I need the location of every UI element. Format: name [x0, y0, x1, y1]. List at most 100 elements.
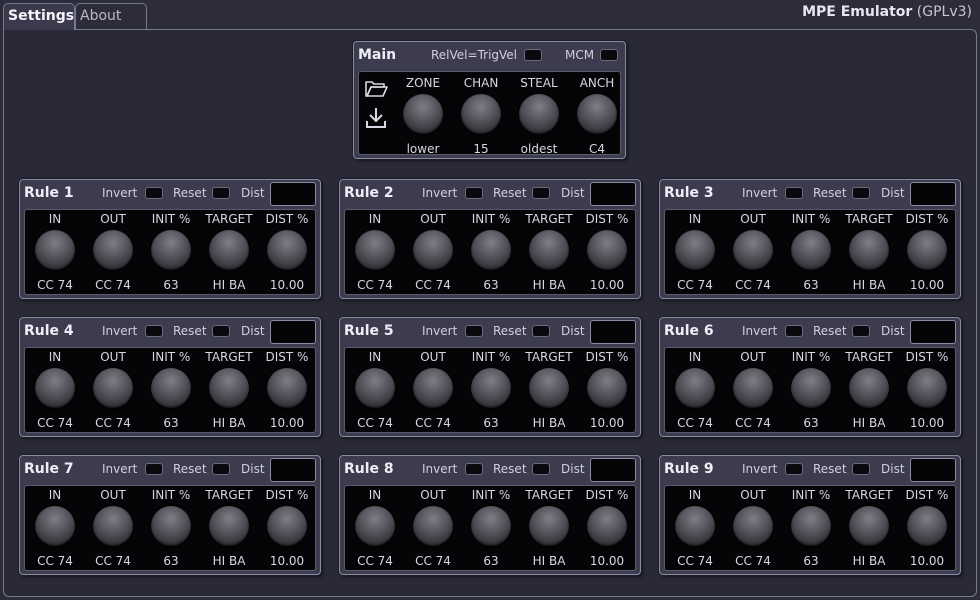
reset-checkbox[interactable]	[852, 325, 870, 337]
init-knob[interactable]	[151, 506, 191, 546]
out-value: CC 74	[415, 278, 451, 292]
relvel-checkbox[interactable]	[524, 49, 542, 61]
init-knob[interactable]	[471, 506, 511, 546]
reset-checkbox[interactable]	[852, 463, 870, 475]
init-knob[interactable]	[471, 368, 511, 408]
tab-about[interactable]: About	[75, 3, 147, 29]
in-knob[interactable]	[355, 506, 395, 546]
in-knob[interactable]	[675, 506, 715, 546]
in-knob[interactable]	[35, 368, 75, 408]
invert-checkbox[interactable]	[785, 325, 803, 337]
target-knob[interactable]	[849, 230, 889, 270]
in-knob[interactable]	[355, 368, 395, 408]
dist-knob[interactable]	[267, 230, 307, 270]
dist-display[interactable]	[590, 458, 636, 482]
out-knob[interactable]	[413, 230, 453, 270]
reset-checkbox[interactable]	[212, 187, 230, 199]
chan-knob[interactable]	[461, 94, 501, 134]
init-knob[interactable]	[791, 230, 831, 270]
target-knob[interactable]	[529, 368, 569, 408]
target-knob[interactable]	[209, 230, 249, 270]
init-knob[interactable]	[151, 368, 191, 408]
dist-knob[interactable]	[907, 230, 947, 270]
dist-display[interactable]	[910, 458, 956, 482]
download-icon[interactable]	[364, 106, 388, 130]
in-control: IN CC 74	[26, 211, 84, 293]
invert-checkbox[interactable]	[145, 463, 163, 475]
dist-display[interactable]	[270, 320, 316, 344]
invert-label: Invert	[742, 324, 778, 338]
in-knob[interactable]	[675, 230, 715, 270]
dist-value: 10.00	[909, 278, 945, 292]
dist-display[interactable]	[270, 182, 316, 206]
target-control: TARGET HI BA	[520, 487, 578, 569]
target-control: TARGET HI BA	[520, 349, 578, 431]
rule-2-panel: Rule 2 Invert Reset Dist IN CC 74 OUT CC 74 INIT…	[339, 179, 641, 299]
target-knob[interactable]	[529, 506, 569, 546]
reset-checkbox[interactable]	[532, 187, 550, 199]
tab-settings[interactable]: Settings	[3, 3, 75, 30]
invert-checkbox[interactable]	[145, 187, 163, 199]
init-knob[interactable]	[471, 230, 511, 270]
init-value: 63	[163, 278, 179, 292]
invert-checkbox[interactable]	[145, 325, 163, 337]
steal-knob[interactable]	[519, 94, 559, 134]
dist-knob[interactable]	[907, 368, 947, 408]
invert-checkbox[interactable]	[465, 325, 483, 337]
target-knob[interactable]	[849, 506, 889, 546]
target-knob[interactable]	[209, 368, 249, 408]
init-label: INIT %	[151, 350, 191, 364]
out-knob[interactable]	[733, 230, 773, 270]
init-knob[interactable]	[791, 368, 831, 408]
reset-label: Reset	[813, 324, 847, 338]
dist-knob[interactable]	[907, 506, 947, 546]
in-knob[interactable]	[35, 230, 75, 270]
reset-checkbox[interactable]	[212, 463, 230, 475]
dist-knob[interactable]	[267, 506, 307, 546]
invert-checkbox[interactable]	[465, 187, 483, 199]
app-name: MPE Emulator	[802, 4, 913, 20]
out-knob[interactable]	[413, 506, 453, 546]
mcm-checkbox[interactable]	[600, 49, 618, 61]
dist-knob[interactable]	[587, 368, 627, 408]
init-knob[interactable]	[151, 230, 191, 270]
init-control: INIT % 63	[142, 487, 200, 569]
out-knob[interactable]	[413, 368, 453, 408]
dist-display[interactable]	[590, 182, 636, 206]
invert-checkbox[interactable]	[785, 463, 803, 475]
out-knob[interactable]	[93, 230, 133, 270]
dist-knob[interactable]	[267, 368, 307, 408]
zone-knob[interactable]	[403, 94, 443, 134]
reset-checkbox[interactable]	[852, 187, 870, 199]
dist-knob[interactable]	[587, 506, 627, 546]
out-knob[interactable]	[733, 506, 773, 546]
target-knob[interactable]	[529, 230, 569, 270]
init-knob[interactable]	[791, 506, 831, 546]
dist-label: Dist	[881, 462, 905, 476]
dist-display[interactable]	[590, 320, 636, 344]
rule-controls: IN CC 74 OUT CC 74 INIT % 63 TARGET HI BA DIST %…	[24, 485, 316, 571]
reset-checkbox[interactable]	[532, 325, 550, 337]
in-knob[interactable]	[675, 368, 715, 408]
reset-checkbox[interactable]	[212, 325, 230, 337]
reset-checkbox[interactable]	[532, 463, 550, 475]
folder-open-icon[interactable]	[364, 77, 388, 101]
target-knob[interactable]	[209, 506, 249, 546]
dist-knob[interactable]	[587, 230, 627, 270]
invert-checkbox[interactable]	[785, 187, 803, 199]
in-knob[interactable]	[35, 506, 75, 546]
dist-display[interactable]	[910, 320, 956, 344]
invert-label: Invert	[422, 186, 458, 200]
out-label: OUT	[100, 212, 126, 226]
out-knob[interactable]	[93, 506, 133, 546]
target-knob[interactable]	[849, 368, 889, 408]
invert-checkbox[interactable]	[465, 463, 483, 475]
anch-knob[interactable]	[577, 94, 617, 134]
in-control: IN CC 74	[666, 487, 724, 569]
dist-display[interactable]	[910, 182, 956, 206]
out-knob[interactable]	[93, 368, 133, 408]
invert-label: Invert	[102, 324, 138, 338]
in-knob[interactable]	[355, 230, 395, 270]
dist-display[interactable]	[270, 458, 316, 482]
out-knob[interactable]	[733, 368, 773, 408]
